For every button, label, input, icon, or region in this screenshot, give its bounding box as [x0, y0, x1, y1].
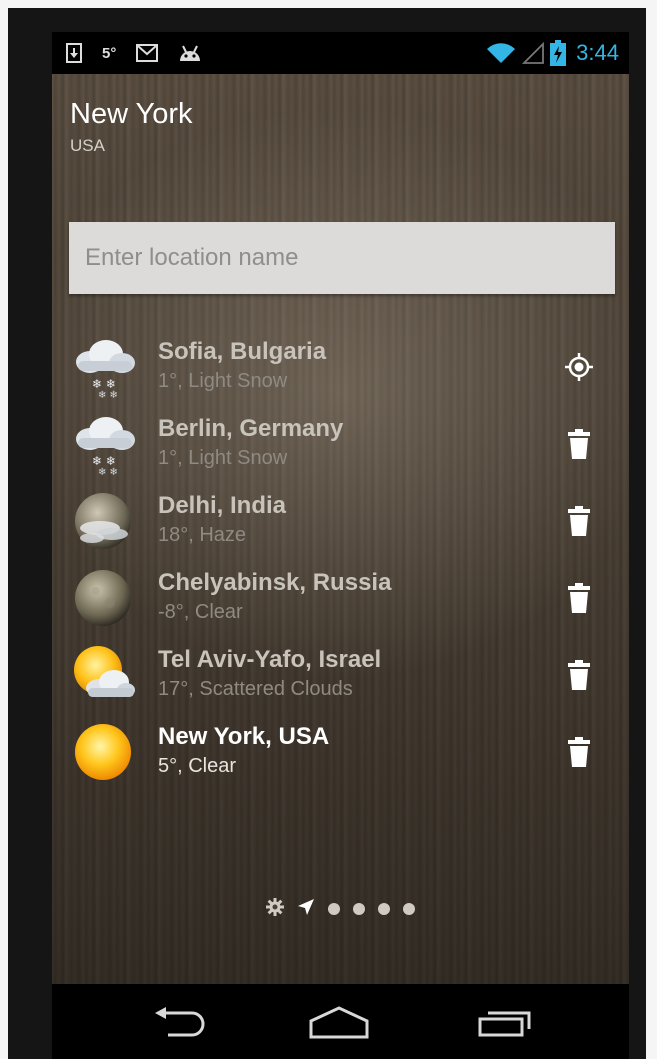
location-list: ❄ ❄ ❄ ❄ Sofia, Bulgaria 1°, Light Snow ❄… — [52, 328, 629, 790]
settings-icon[interactable] — [266, 898, 284, 920]
location-condition: 17°, Scattered Clouds — [158, 678, 353, 700]
temperature-notification: 5° — [102, 44, 117, 62]
recent-apps-icon[interactable] — [470, 1000, 540, 1044]
main-content: New York USA ❄ ❄ ❄ ❄ — [52, 74, 629, 984]
trash-icon[interactable] — [562, 733, 596, 771]
moon-icon — [70, 565, 136, 631]
current-location-icon[interactable] — [562, 348, 596, 386]
svg-text:❄ ❄: ❄ ❄ — [98, 390, 118, 400]
location-name: New York, USA — [158, 723, 330, 750]
location-condition: 5°, Clear — [158, 755, 237, 777]
location-condition: 1°, Light Snow — [158, 370, 288, 392]
page-dot[interactable] — [403, 903, 415, 915]
android-icon — [178, 44, 202, 62]
back-icon[interactable] — [145, 1000, 215, 1044]
location-row[interactable]: ❄ ❄ ❄ ❄ Berlin, Germany 1°, Light Snow — [52, 405, 629, 482]
location-name: Tel Aviv-Yafo, Israel — [158, 646, 382, 673]
page-indicator — [52, 894, 629, 924]
wifi-icon — [486, 42, 516, 64]
sun-cloud-icon — [70, 642, 136, 708]
trash-icon[interactable] — [562, 579, 596, 617]
location-row[interactable]: Tel Aviv-Yafo, Israel 17°, Scattered Clo… — [52, 636, 629, 713]
location-condition: -8°, Clear — [158, 601, 243, 623]
location-condition: 18°, Haze — [158, 524, 247, 546]
page-title: New York — [70, 98, 193, 130]
location-row[interactable]: Delhi, India 18°, Haze — [52, 482, 629, 559]
page-dot[interactable] — [378, 903, 390, 915]
download-icon — [66, 43, 82, 63]
page-dot[interactable] — [328, 903, 340, 915]
page-dot[interactable] — [353, 903, 365, 915]
trash-icon[interactable] — [562, 425, 596, 463]
location-row-selected[interactable]: New York, USA 5°, Clear — [52, 713, 629, 790]
svg-text:❄ ❄: ❄ ❄ — [92, 377, 116, 391]
navigation-bar — [52, 984, 629, 1059]
status-bar: 5° 3:44 — [52, 32, 629, 74]
location-row[interactable]: ❄ ❄ ❄ ❄ Sofia, Bulgaria 1°, Light Snow — [52, 328, 629, 405]
svg-text:❄ ❄: ❄ ❄ — [98, 467, 118, 477]
location-condition: 1°, Light Snow — [158, 447, 288, 469]
moon-haze-icon — [70, 488, 136, 554]
page-subtitle: USA — [70, 136, 105, 155]
snow-cloud-icon: ❄ ❄ ❄ ❄ — [70, 334, 136, 401]
svg-text:❄ ❄: ❄ ❄ — [92, 454, 116, 468]
sun-icon — [70, 719, 136, 785]
location-name: Delhi, India — [158, 492, 287, 519]
device-frame: 5° 3:44 New York USA Enter location name… — [8, 8, 646, 1059]
location-row[interactable]: Chelyabinsk, Russia -8°, Clear — [52, 559, 629, 636]
location-name: Chelyabinsk, Russia — [158, 569, 392, 596]
battery-charging-icon — [550, 40, 567, 66]
search-box[interactable] — [69, 222, 615, 294]
location-search-input[interactable] — [85, 244, 615, 272]
snow-cloud-icon: ❄ ❄ ❄ ❄ — [70, 411, 136, 478]
trash-icon[interactable] — [562, 656, 596, 694]
screen: 5° 3:44 New York USA Enter location name… — [52, 32, 629, 1059]
signal-icon — [522, 42, 545, 64]
location-arrow-icon[interactable] — [297, 898, 315, 920]
mail-icon — [136, 44, 159, 62]
trash-icon[interactable] — [562, 502, 596, 540]
location-name: Berlin, Germany — [158, 415, 344, 442]
clock: 3:44 — [576, 40, 619, 65]
location-name: Sofia, Bulgaria — [158, 338, 327, 365]
home-icon[interactable] — [304, 1000, 374, 1044]
